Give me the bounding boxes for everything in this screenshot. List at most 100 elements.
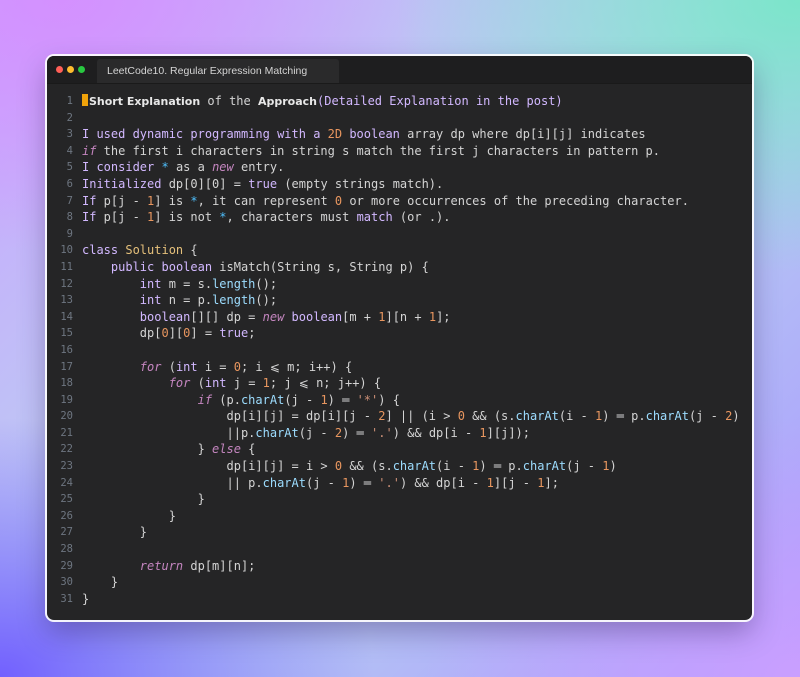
code-token: (j - [305, 475, 343, 490]
code-token: '.' [378, 475, 400, 490]
line-number: 10 [60, 244, 73, 257]
code-token: } [82, 442, 213, 457]
code-token: (or .). [392, 210, 451, 225]
line-number: 2 [66, 111, 73, 124]
code-token: ; i ⩽ m; i++) { [240, 359, 353, 374]
code-line: 10 class Solution { [47, 242, 752, 259]
code-token: ) && dp[i - [392, 425, 480, 440]
code-editor[interactable]: 1 Short Explanation of the Approach(Detai… [47, 93, 752, 607]
code-line: 9 [47, 226, 752, 243]
code-token: , it can represent [197, 193, 335, 208]
line-number: 22 [60, 443, 73, 456]
code-line: 1 Short Explanation of the Approach(Detai… [47, 93, 752, 110]
traffic-lights [56, 66, 85, 73]
code-token: ][j - [493, 475, 538, 490]
code-token: (i - [558, 409, 595, 424]
code-token: '*' [356, 392, 379, 407]
text-cursor [82, 94, 88, 106]
code-text: int m = s.length(); [82, 276, 277, 293]
code-line: 2 [47, 110, 752, 127]
line-number: 14 [60, 310, 73, 323]
code-token: ) ═ [327, 392, 357, 407]
line-number: 27 [60, 526, 73, 539]
code-text: for (int j = 1; j ⩽ n; j++) { [82, 375, 381, 392]
code-token: charAt [515, 409, 559, 424]
code-text: for (int i = 0; i ⩽ m; i++) { [82, 359, 352, 376]
code-token: public [110, 259, 155, 274]
code-text: if the first i characters in string s ma… [82, 143, 660, 160]
code-line: 16 [47, 342, 752, 359]
code-text: I consider * as a new entry. [82, 159, 284, 176]
code-token: } [82, 591, 90, 606]
code-token: ) ═ p. [479, 459, 523, 474]
code-token: new [212, 160, 234, 175]
code-line: 21 ||p.charAt(j - 2) ═ '.') && dp[i - 1]… [47, 425, 752, 442]
code-token: isMatch(String s, String p) { [212, 259, 429, 274]
code-line: 3 I used dynamic programming with a 2D bo… [47, 126, 752, 143]
line-number: 17 [60, 360, 73, 373]
code-line: 26 } [47, 508, 752, 525]
code-token: && (s. [342, 459, 393, 474]
line-number: 26 [60, 509, 73, 522]
line-number: 23 [60, 460, 73, 473]
code-token: m = s. [161, 276, 213, 291]
code-token: ( [190, 376, 205, 391]
tab-file[interactable]: LeetCode10. Regular Expression Matching [97, 59, 339, 83]
code-token: int [175, 359, 198, 374]
code-token: ) && dp[i - [399, 475, 487, 490]
code-line: 19 if (p.charAt(j - 1) ═ '*') { [47, 392, 752, 409]
code-token: If [82, 193, 97, 208]
code-token: } [82, 492, 205, 507]
line-number: 16 [60, 343, 73, 356]
code-token: ; [248, 326, 256, 341]
code-line: 14 boolean[][] dp = new boolean[m + 1][n… [47, 309, 752, 326]
code-line: 15 dp[0][0] = true; [47, 325, 752, 342]
code-token: as a [168, 160, 213, 175]
line-number: 21 [60, 426, 73, 439]
code-line: 23 dp[i][j] = i > 0 && (s.charAt(i - 1) … [47, 458, 752, 475]
code-token: p[j - [96, 193, 148, 208]
code-token: true [248, 176, 278, 191]
code-text: If p[j - 1] is not *, characters must ma… [82, 209, 451, 226]
code-text: } [82, 491, 205, 508]
line-number: 12 [60, 277, 73, 290]
code-window: LeetCode10. Regular Expression Matching … [47, 56, 752, 620]
code-token: n = p. [161, 293, 213, 308]
code-token: 1 [428, 309, 437, 324]
code-token: 2D [327, 127, 343, 142]
code-token: (j - [688, 409, 726, 424]
minimize-dot-icon[interactable] [67, 66, 74, 73]
code-text: } [82, 591, 89, 608]
code-text: dp[i][j] = i > 0 && (s.charAt(i - 1) ═ p… [82, 458, 617, 475]
code-token: ( [161, 359, 176, 374]
code-line: 7 If p[j - 1] is *, it can represent 0 or… [47, 193, 752, 210]
code-token: 1 [262, 376, 270, 391]
code-token: dp[i][j] = i > [82, 459, 335, 474]
code-line: 8 If p[j - 1] is not *, characters must m… [47, 209, 752, 226]
code-token: j = [226, 376, 263, 391]
code-line: 6 Initialized dp[0][0] = true (empty stri… [47, 176, 752, 193]
line-number: 4 [66, 144, 73, 157]
code-text: } [82, 508, 176, 525]
code-token: 1 [479, 425, 487, 440]
code-text: int n = p.length(); [82, 292, 277, 309]
code-line: 31} [47, 591, 752, 608]
line-number: 3 [66, 128, 73, 141]
code-token: '.' [371, 425, 393, 440]
code-token: if [82, 143, 97, 158]
code-token: if [197, 392, 213, 407]
code-token: (p. [212, 392, 241, 407]
code-token: dp[m][n]; [183, 558, 256, 573]
code-token: 0 [233, 359, 241, 374]
code-token: ) [609, 459, 617, 474]
maximize-dot-icon[interactable] [78, 66, 85, 73]
line-number: 20 [60, 410, 73, 423]
code-token: (j - [298, 425, 335, 440]
code-token: I used dynamic programming with a [82, 127, 328, 142]
close-dot-icon[interactable] [56, 66, 63, 73]
code-line: 29 return dp[m][n]; [47, 558, 752, 575]
code-token: (empty strings match). [277, 176, 444, 191]
code-token: p[j - [96, 210, 148, 225]
code-token: * [219, 210, 227, 225]
